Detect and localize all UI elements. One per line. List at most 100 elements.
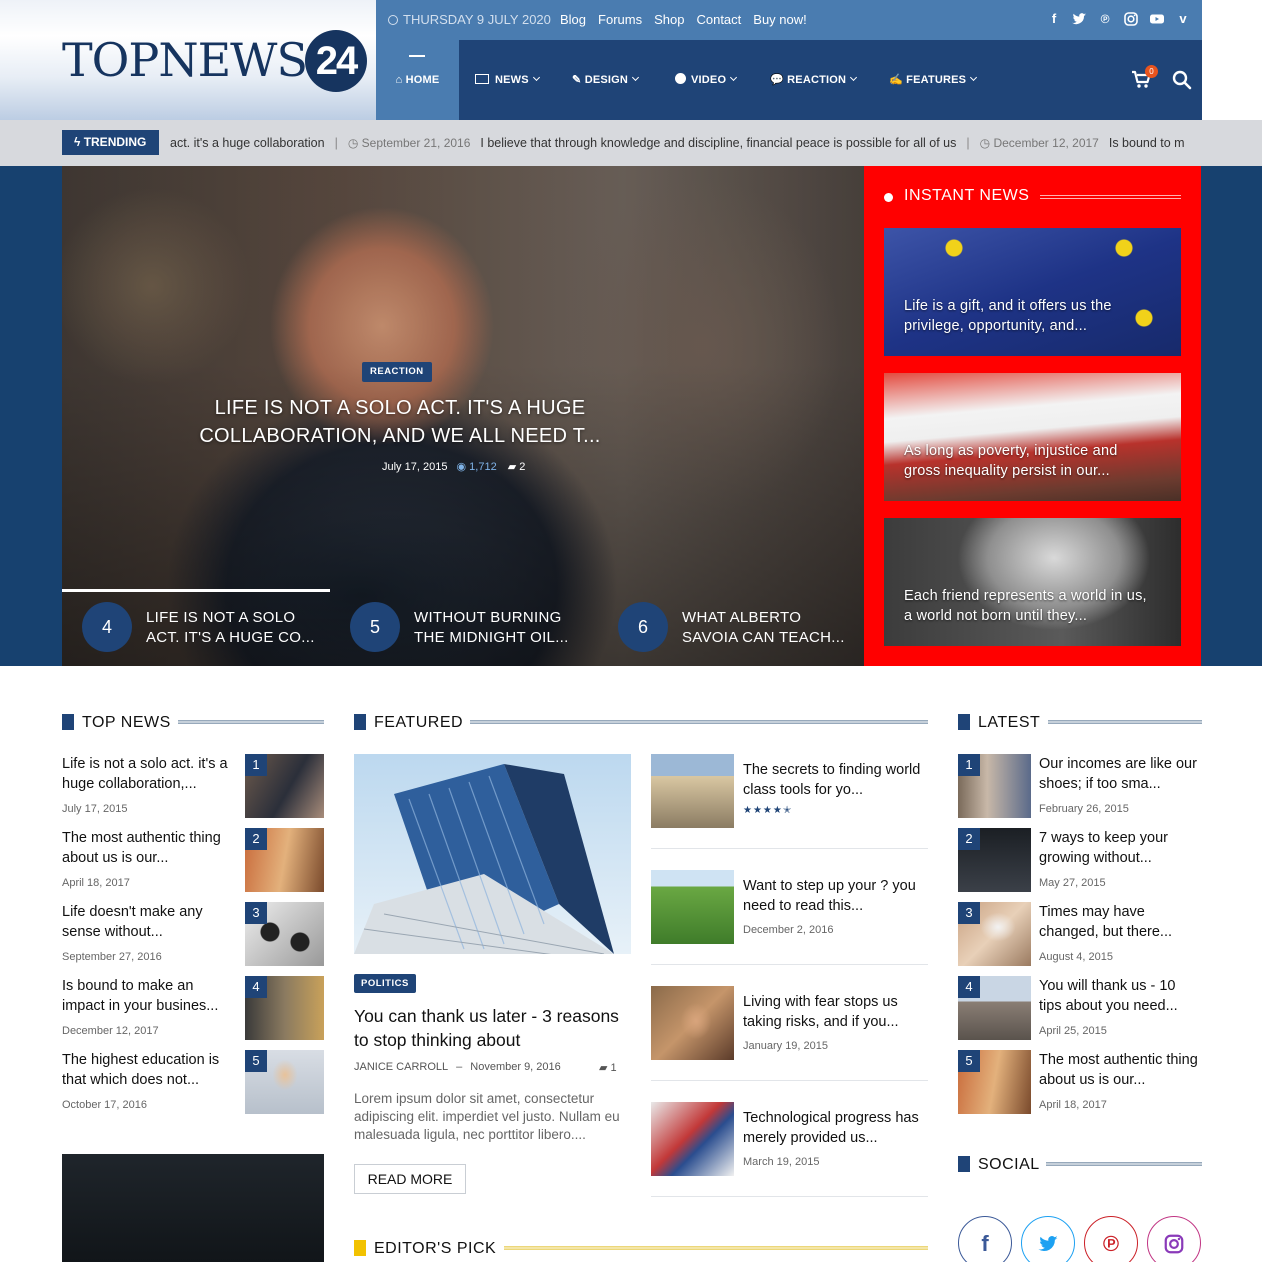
latest-thumbnail[interactable]: 3 [958, 902, 1031, 966]
featured-category-badge[interactable]: POLITICS [354, 974, 416, 993]
twitter-icon[interactable] [1021, 1216, 1075, 1262]
read-more-button[interactable]: READ MORE [354, 1164, 466, 1194]
chevron-down-icon [970, 73, 978, 82]
hero-category-badge[interactable]: REACTION [362, 362, 432, 382]
latest-date: February 26, 2015 [1039, 803, 1129, 815]
top-link-shop[interactable]: Shop [654, 12, 684, 27]
separator: | [334, 136, 338, 150]
featured-main-title[interactable]: You can thank us later - 3 reasons to st… [354, 1004, 631, 1052]
top-news-thumbnail[interactable]: 3 [245, 902, 324, 966]
hero-date: July 17, 2015 [382, 461, 448, 473]
nav-news[interactable]: NEWS [475, 40, 540, 120]
clock-icon: ◷ [347, 136, 362, 150]
hero-title[interactable]: LIFE IS NOT A SOLO ACT. IT'S A HUGE COLL… [130, 394, 670, 450]
nav-video[interactable]: VIDEO [675, 40, 738, 120]
top-news-thumbnail[interactable]: 4 [245, 976, 324, 1040]
top-link-blog[interactable]: Blog [560, 12, 586, 27]
section-divider [1040, 195, 1181, 199]
slide-title[interactable]: WHAT ALBERTO SAVOIA CAN TEACH... [682, 608, 852, 648]
youtube-icon[interactable] [1149, 11, 1165, 27]
instagram-icon[interactable] [1123, 11, 1139, 27]
featured-comment-count: 1 [610, 1062, 617, 1074]
featured-main-image[interactable] [354, 754, 631, 954]
instagram-icon[interactable] [1147, 1216, 1201, 1262]
vimeo-icon[interactable]: v [1175, 11, 1191, 27]
trending-item[interactable]: Is bound to m [1109, 136, 1185, 150]
top-link-contact[interactable]: Contact [696, 12, 741, 27]
nav-features[interactable]: ✍ FEATURES [889, 40, 978, 120]
featured-thumbnail[interactable] [651, 986, 734, 1060]
latest-thumbnail[interactable]: 5 [958, 1050, 1031, 1114]
latest-title[interactable]: You will thank us - 10 tips about you ne… [1039, 976, 1202, 1016]
instant-news-caption: Life is a gift, and it offers us the pri… [904, 298, 1112, 334]
trending-item[interactable]: I believe that through knowledge and dis… [480, 136, 956, 150]
featured-item-title[interactable]: Living with fear stops us taking risks, … [743, 992, 929, 1032]
pinterest-icon[interactable]: ℗ [1084, 1216, 1138, 1262]
video-thumbnail[interactable] [62, 1154, 324, 1262]
twitter-icon[interactable] [1071, 11, 1087, 27]
slider-progress [62, 589, 330, 592]
latest-thumbnail[interactable]: 4 [958, 976, 1031, 1040]
trending-item[interactable]: act. it's a huge collaboration [170, 136, 325, 150]
featured-item-title[interactable]: The secrets to finding world class tools… [743, 760, 929, 800]
divider [651, 964, 928, 965]
latest-thumbnail[interactable]: 2 [958, 828, 1031, 892]
latest-title[interactable]: 7 ways to keep your growing without... [1039, 828, 1202, 868]
featured-thumbnail[interactable] [651, 870, 734, 944]
instant-news-card[interactable]: As long as poverty, injustice and gross … [884, 373, 1181, 501]
facebook-icon[interactable]: f [958, 1216, 1012, 1262]
latest-thumbnail[interactable]: 1 [958, 754, 1031, 818]
site-logo[interactable]: TOPNEWS 24 [62, 30, 367, 92]
featured-item-title[interactable]: Want to step up your ? you need to read … [743, 876, 929, 916]
comments-icon: 💬 [770, 74, 788, 86]
latest-heading: LATEST [978, 714, 1041, 731]
latest-title[interactable]: The most authentic thing about us is our… [1039, 1050, 1202, 1090]
play-icon [675, 73, 686, 84]
featured-item-date: March 19, 2015 [743, 1156, 820, 1168]
section-divider [504, 1246, 928, 1250]
top-news-thumbnail[interactable]: 5 [245, 1050, 324, 1114]
current-date: THURSDAY 9 JULY 2020 [388, 12, 551, 27]
pinterest-icon[interactable]: ℗ [1097, 11, 1113, 27]
rank-number: 4 [245, 976, 267, 998]
slide-number[interactable]: 5 [350, 602, 400, 652]
nav-home-label: HOME [405, 74, 440, 86]
slide-number[interactable]: 4 [82, 602, 132, 652]
cart-count-badge: 0 [1145, 65, 1158, 78]
separator: – [456, 1061, 463, 1073]
top-news-title[interactable]: Life is not a solo act. it's a huge coll… [62, 754, 240, 794]
slide-title[interactable]: LIFE IS NOT A SOLO ACT. IT'S A HUGE CO..… [146, 608, 316, 648]
instant-news-card[interactable]: Life is a gift, and it offers us the pri… [884, 228, 1181, 356]
home-icon: ⌂ [395, 74, 406, 86]
top-link-forums[interactable]: Forums [598, 12, 642, 27]
search-icon[interactable] [1172, 70, 1192, 90]
top-news-title[interactable]: The most authentic thing about us is our… [62, 828, 240, 868]
slide-title[interactable]: WITHOUT BURNING THE MIDNIGHT OIL... [414, 608, 584, 648]
slide-number[interactable]: 6 [618, 602, 668, 652]
latest-title[interactable]: Times may have changed, but there... [1039, 902, 1202, 942]
nav-home[interactable]: ⌂ HOME [376, 40, 459, 120]
latest-date: August 4, 2015 [1039, 951, 1114, 963]
nav-design[interactable]: ✎ DESIGN [572, 40, 640, 120]
top-news-title[interactable]: The highest education is that which does… [62, 1050, 240, 1090]
top-news-thumbnail[interactable]: 2 [245, 828, 324, 892]
latest-title[interactable]: Our incomes are like our shoes; if too s… [1039, 754, 1202, 794]
top-news-thumbnail[interactable]: 1 [245, 754, 324, 818]
nav-reaction[interactable]: 💬 REACTION [770, 40, 858, 120]
featured-thumbnail[interactable] [651, 754, 734, 828]
rank-number: 1 [245, 754, 267, 776]
top-news-date: April 18, 2017 [62, 877, 130, 889]
dot-icon [884, 193, 893, 202]
instant-news-card[interactable]: Each friend represents a world in us, a … [884, 518, 1181, 646]
top-news-title[interactable]: Life doesn't make any sense without... [62, 902, 240, 942]
featured-thumbnail[interactable] [651, 1102, 734, 1176]
facebook-icon[interactable]: f [1046, 11, 1062, 27]
eye-icon: ◉ [456, 461, 467, 473]
featured-author[interactable]: JANICE CARROLL [354, 1061, 448, 1073]
clock-icon: ◷ [979, 136, 994, 150]
featured-item-title[interactable]: Technological progress has merely provid… [743, 1108, 929, 1148]
top-news-title[interactable]: Is bound to make an impact in your busin… [62, 976, 240, 1016]
rank-number: 2 [958, 828, 980, 850]
top-link-buy-now[interactable]: Buy now! [753, 12, 806, 27]
top-news-date: July 17, 2015 [62, 803, 128, 815]
